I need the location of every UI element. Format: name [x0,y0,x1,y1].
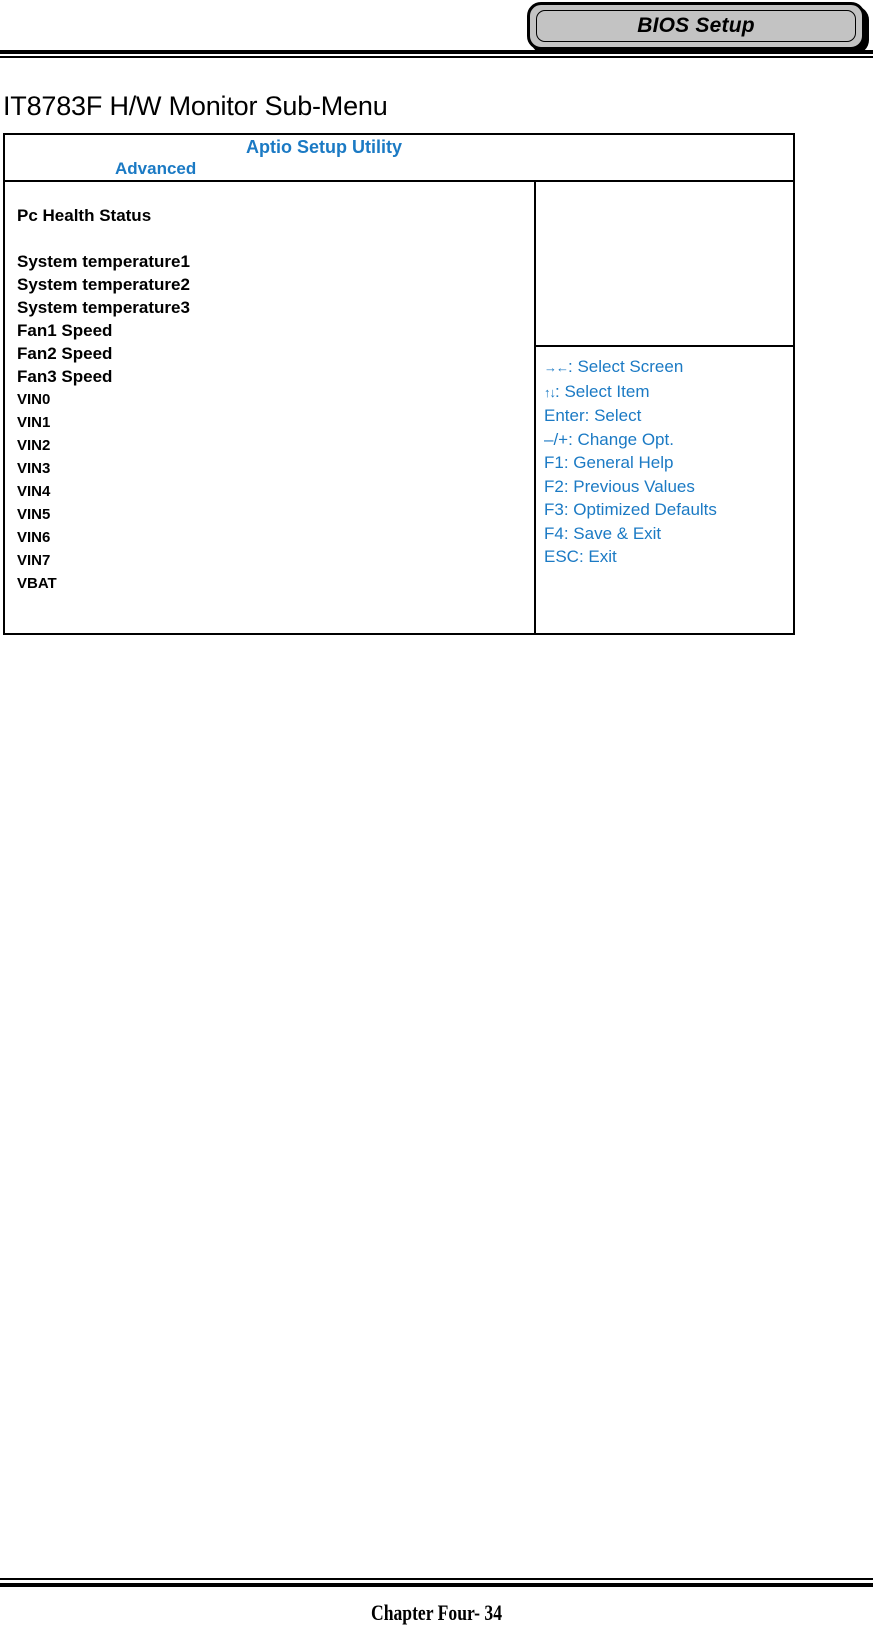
key-legend-line: ESC: Exit [544,547,617,566]
footer-rule-thin [0,1578,873,1580]
arrow-keys-icon: ↑↓ [544,384,556,400]
footer-rule-thick [0,1583,873,1587]
bios-setting-row[interactable]: VIN7 [17,549,534,572]
bios-setting-row[interactable]: System temperature3 [17,296,534,319]
section-heading-pc-health-status: Pc Health Status [17,206,152,225]
key-legend-line: F3: Optimized Defaults [544,500,717,519]
bios-setting-row[interactable]: VIN3 [17,457,534,480]
bios-setting-row[interactable]: Fan1 Speed [17,319,534,342]
bios-settings-pane: Pc Health Status System temperature1 Syst… [5,182,536,633]
bios-setting-row[interactable]: System temperature2 [17,273,534,296]
page-header: BIOS Setup [0,0,873,62]
bios-setting-row[interactable]: System temperature1 [17,250,534,273]
bios-side-pane: →←: Select Screen ↑↓: Select Item Enter: S… [536,182,793,633]
footer-divider-rule [0,1578,873,1587]
voltage-item-list: VIN0 VIN1 VIN2 VIN3 VIN4 VIN5 VIN6 VIN7 VBAT [17,388,534,595]
bios-setup-tab: BIOS Setup [527,2,865,50]
arrow-keys-icon: →← [544,360,569,375]
key-legend-line: ↑↓: Select Item [544,380,793,405]
sensor-item-list: System temperature1 System temperature2 Sy… [17,250,534,388]
bios-setting-row[interactable]: VIN5 [17,503,534,526]
bios-key-legend-cell: →←: Select Screen ↑↓: Select Item Enter: S… [536,347,793,633]
header-rule-thin [0,56,873,58]
page-title: IT8783F H/W Monitor Sub-Menu [3,91,388,121]
key-legend-line: F4: Save & Exit [544,523,662,543]
bios-description-cell [536,182,793,347]
footer-page-label: Chapter Four- 34 [370,1600,502,1625]
bios-setting-row[interactable]: VIN6 [17,526,534,549]
bios-setting-row[interactable]: VIN0 [17,388,534,411]
aptio-utility-title: Aptio Setup Utility [246,137,402,157]
bios-setting-row[interactable]: VIN1 [17,411,534,434]
key-legend-line: F2: Previous Values [544,476,695,496]
bios-setting-row[interactable]: Fan3 Speed [17,365,534,388]
key-legend-line: –/+: Change Opt. [544,429,674,449]
bios-screen-table: Aptio Setup Utility Advanced Pc Health S… [3,133,795,635]
bios-setting-row[interactable]: VIN2 [17,434,534,457]
key-legend-line: Enter: Select [544,406,642,425]
bios-menu-tab-advanced[interactable]: Advanced [115,159,196,179]
bios-setting-row[interactable]: VIN4 [17,480,534,503]
key-legend-text: : Select Item [555,381,650,401]
bios-setup-tab-label: BIOS Setup [637,14,755,37]
key-legend-line: →←: Select Screen [544,355,793,380]
key-legend-text: : Select Screen [568,357,684,376]
bios-setting-row[interactable]: VBAT [17,572,534,595]
bios-screen-header-row: Aptio Setup Utility Advanced [5,135,793,182]
bios-screen-body: Pc Health Status System temperature1 Syst… [5,182,793,633]
header-rule-thick [0,50,873,54]
bios-setting-row[interactable]: Fan2 Speed [17,342,534,365]
key-legend-line: F1: General Help [544,453,674,472]
header-divider-rule [0,50,873,58]
